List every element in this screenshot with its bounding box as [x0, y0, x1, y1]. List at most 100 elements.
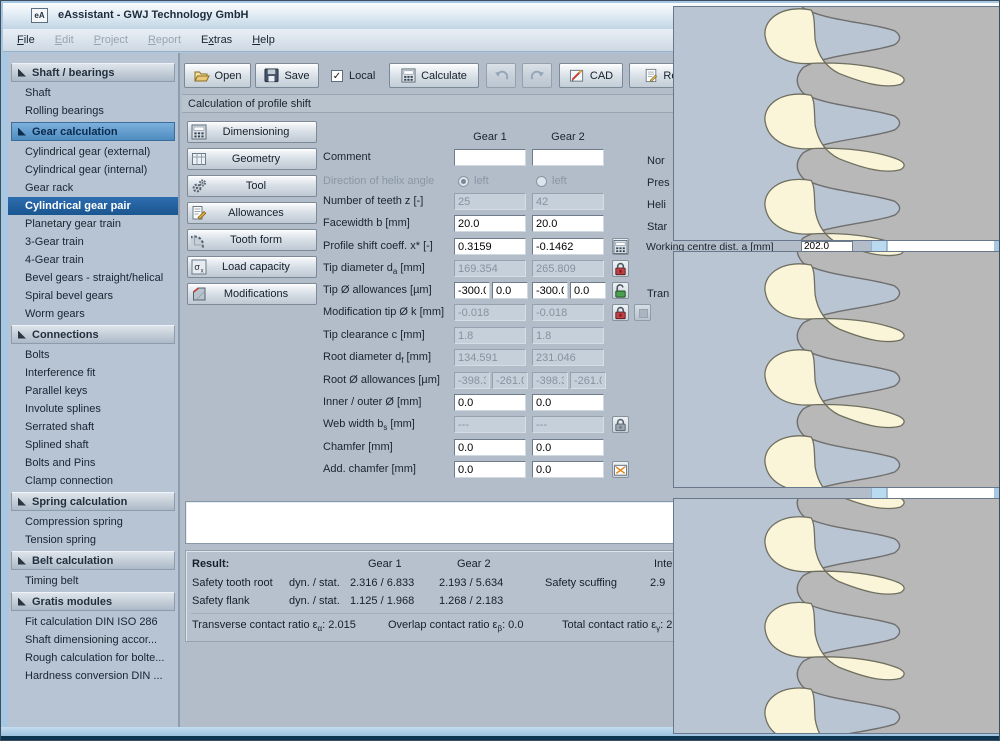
tip-allowances-m-gear2-lower-input[interactable] [570, 282, 606, 299]
dimensioning-button[interactable]: Dimensioning [187, 121, 317, 143]
sidebar-section-gratis-modules[interactable]: Gratis modules [11, 592, 175, 611]
open-button[interactable]: Open [184, 63, 251, 88]
sidebar-item-interference-fit[interactable]: Interference fit [8, 364, 178, 382]
undo-button[interactable] [486, 63, 516, 88]
inner-outer-mm-gear2-input[interactable] [532, 394, 604, 411]
result-title: Result: [192, 558, 229, 570]
redo-button[interactable] [522, 63, 552, 88]
sidebar-section-shaft-bearings[interactable]: Shaft / bearings [11, 63, 175, 82]
chamfer-mm-gear2-input[interactable] [532, 439, 604, 456]
modifications-button[interactable]: Modifications [187, 283, 317, 305]
sidebar-item-involute-splines[interactable]: Involute splines [8, 400, 178, 418]
sidebar-item-bevel-gears-straight-helical[interactable]: Bevel gears - straight/helical [8, 269, 178, 287]
chamfer-mm-gear1-input[interactable] [454, 439, 526, 456]
save-label: Save [284, 70, 309, 82]
calculate-button[interactable]: Calculate [389, 63, 479, 88]
calculator-icon[interactable] [612, 238, 629, 255]
tip-allowances-m-gear2-upper-input[interactable] [532, 282, 568, 299]
sidebar-item-serrated-shaft[interactable]: Serrated shaft [8, 418, 178, 436]
web-width-b-gear1-input[interactable] [454, 416, 526, 433]
menu-file[interactable]: File [7, 31, 45, 49]
comment-gear1-input[interactable] [454, 149, 526, 166]
modification-extra-button[interactable] [634, 304, 651, 321]
sidebar-section-belt-calculation[interactable]: Belt calculation [11, 551, 175, 570]
sidebar-item-compression-spring[interactable]: Compression spring [8, 513, 178, 531]
sidebar-item-clamp-connection[interactable]: Clamp connection [8, 472, 178, 490]
tip-diameter-d-label: Tip diameter da [mm] [323, 262, 425, 278]
sidebar-item-rolling-bearings[interactable]: Rolling bearings [8, 102, 178, 120]
add-chamfer-mm-gear2-input[interactable] [532, 461, 604, 478]
facewidth-b-mm-gear2-input[interactable] [532, 215, 604, 232]
sidebar-item-rough-calculation-for-bolte[interactable]: Rough calculation for bolte... [8, 649, 178, 667]
sidebar-item-splined-shaft[interactable]: Splined shaft [8, 436, 178, 454]
sidebar-section-connections[interactable]: Connections [11, 325, 175, 344]
save-button[interactable]: Save [255, 63, 319, 88]
add-chamfer-mm-gear1-input[interactable] [454, 461, 526, 478]
local-checkbox[interactable]: ✓ [331, 70, 343, 82]
lock-red-icon[interactable] [612, 304, 629, 321]
modification-tip-k-mm-gear1-input[interactable] [454, 304, 526, 321]
web-width-b-gear2-input[interactable] [532, 416, 604, 433]
root-allowances-m-gear2-upper-input[interactable] [532, 372, 568, 389]
tip-allowances-m-gear1-upper-input[interactable] [454, 282, 490, 299]
sidebar-item-cylindrical-gear-internal[interactable]: Cylindrical gear (internal) [8, 161, 178, 179]
facewidth-b-mm-gear1-input[interactable] [454, 215, 526, 232]
direction-of-helix-angle-gear1-radio[interactable] [458, 176, 469, 187]
sidebar-item-timing-belt[interactable]: Timing belt [8, 572, 178, 590]
sidebar-item-cylindrical-gear-external[interactable]: Cylindrical gear (external) [8, 143, 178, 161]
sidebar-item-hardness-conversion-din[interactable]: Hardness conversion DIN ... [8, 667, 178, 685]
sidebar-item-cylindrical-gear-pair[interactable]: Cylindrical gear pair [8, 197, 178, 215]
root-allowances-m-gear2-lower-input[interactable] [570, 372, 606, 389]
sidebar-item-bolts[interactable]: Bolts [8, 346, 178, 364]
root-allowances-m-gear1-upper-input[interactable] [454, 372, 490, 389]
allowances-button[interactable]: Allowances [187, 202, 317, 224]
inner-outer-mm-gear1-input[interactable] [454, 394, 526, 411]
cad-button[interactable]: CAD [559, 63, 623, 88]
sidebar-item-spiral-bevel-gears[interactable]: Spiral bevel gears [8, 287, 178, 305]
lock-gray-icon[interactable] [612, 416, 629, 433]
sidebar-item-shaft-dimensioning-accor[interactable]: Shaft dimensioning accor... [8, 631, 178, 649]
sidebar-item-shaft[interactable]: Shaft [8, 84, 178, 102]
sidebar-item-parallel-keys[interactable]: Parallel keys [8, 382, 178, 400]
number-of-teeth-z-gear2-input[interactable] [532, 193, 604, 210]
geometry-button[interactable]: Geometry [187, 148, 317, 170]
sidebar-item-worm-gears[interactable]: Worm gears [8, 305, 178, 323]
tip-clearance-c-mm-gear1-input[interactable] [454, 327, 526, 344]
sidebar-section-gear-calculation[interactable]: Gear calculation [11, 122, 175, 141]
root-diameter-d-gear1-input[interactable] [454, 349, 526, 366]
modification-tip-k-mm-gear2-input[interactable] [532, 304, 604, 321]
sidebar-section-spring-calculation[interactable]: Spring calculation [11, 492, 175, 511]
chamfer-icon [190, 285, 208, 303]
local-checkbox-field[interactable]: ✓ Local [331, 63, 375, 88]
tip-allowances-m-gear1-lower-input[interactable] [492, 282, 528, 299]
root-diameter-d-gear2-input[interactable] [532, 349, 604, 366]
sidebar-item-bolts-and-pins[interactable]: Bolts and Pins [8, 454, 178, 472]
direction-of-helix-angle-gear2-radio[interactable] [536, 176, 547, 187]
sidebar-item-tension-spring[interactable]: Tension spring [8, 531, 178, 549]
menu-extras[interactable]: Extras [191, 31, 242, 49]
stamp-icon[interactable] [612, 461, 629, 478]
lock-green-icon[interactable] [612, 282, 629, 299]
load-capacity-button[interactable]: σxLoad capacity [187, 256, 317, 278]
comment-gear2-input[interactable] [532, 149, 604, 166]
result-col-gear1: Gear 1 [368, 558, 402, 570]
lock-red-icon[interactable] [612, 260, 629, 277]
sidebar-item-fit-calculation-din-iso-286[interactable]: Fit calculation DIN ISO 286 [8, 613, 178, 631]
pencil-sheet-icon [190, 204, 208, 222]
profile-shift-coeff-x-gear2-input[interactable] [532, 238, 604, 255]
sidebar-item-4-gear-train[interactable]: 4-Gear train [8, 251, 178, 269]
menu-help[interactable]: Help [242, 31, 285, 49]
total-contact-ratio: Total contact ratio εγ: 2 [562, 619, 672, 633]
menu-edit: Edit [45, 31, 84, 49]
root-allowances-m-gear1-lower-input[interactable] [492, 372, 528, 389]
tip-diameter-d-gear1-input[interactable] [454, 260, 526, 277]
tip-clearance-c-mm-gear2-input[interactable] [532, 327, 604, 344]
sidebar-item-gear-rack[interactable]: Gear rack [8, 179, 178, 197]
tool-button[interactable]: Tool [187, 175, 317, 197]
number-of-teeth-z-gear1-input[interactable] [454, 193, 526, 210]
sidebar-item-planetary-gear-train[interactable]: Planetary gear train [8, 215, 178, 233]
profile-shift-coeff-x-gear1-input[interactable] [454, 238, 526, 255]
sidebar-item-3-gear-train[interactable]: 3-Gear train [8, 233, 178, 251]
tip-diameter-d-gear2-input[interactable] [532, 260, 604, 277]
tooth-form-button[interactable]: Tooth form [187, 229, 317, 251]
